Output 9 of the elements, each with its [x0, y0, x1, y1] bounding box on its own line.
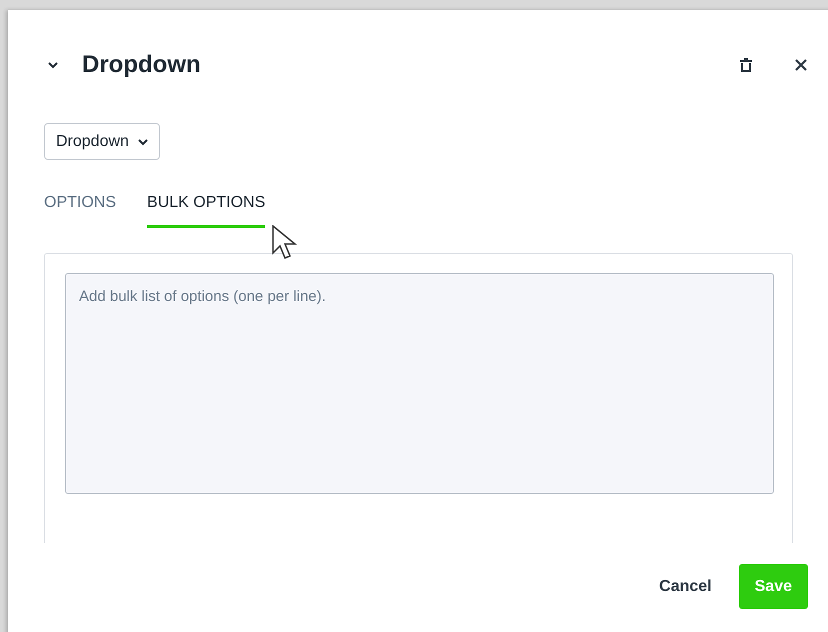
- caret-icon: [138, 138, 148, 146]
- cancel-button[interactable]: Cancel: [656, 574, 715, 598]
- type-select[interactable]: Dropdown: [44, 123, 160, 160]
- dialog-title: Dropdown: [82, 50, 201, 80]
- tab[interactable]: BULK OPTIONS: [147, 191, 266, 228]
- close-icon[interactable]: [794, 57, 810, 73]
- trash-icon[interactable]: [739, 56, 755, 74]
- bulk-options-field[interactable]: Add bulk list of options (one per line).: [65, 273, 774, 494]
- tab[interactable]: OPTIONS: [44, 191, 116, 228]
